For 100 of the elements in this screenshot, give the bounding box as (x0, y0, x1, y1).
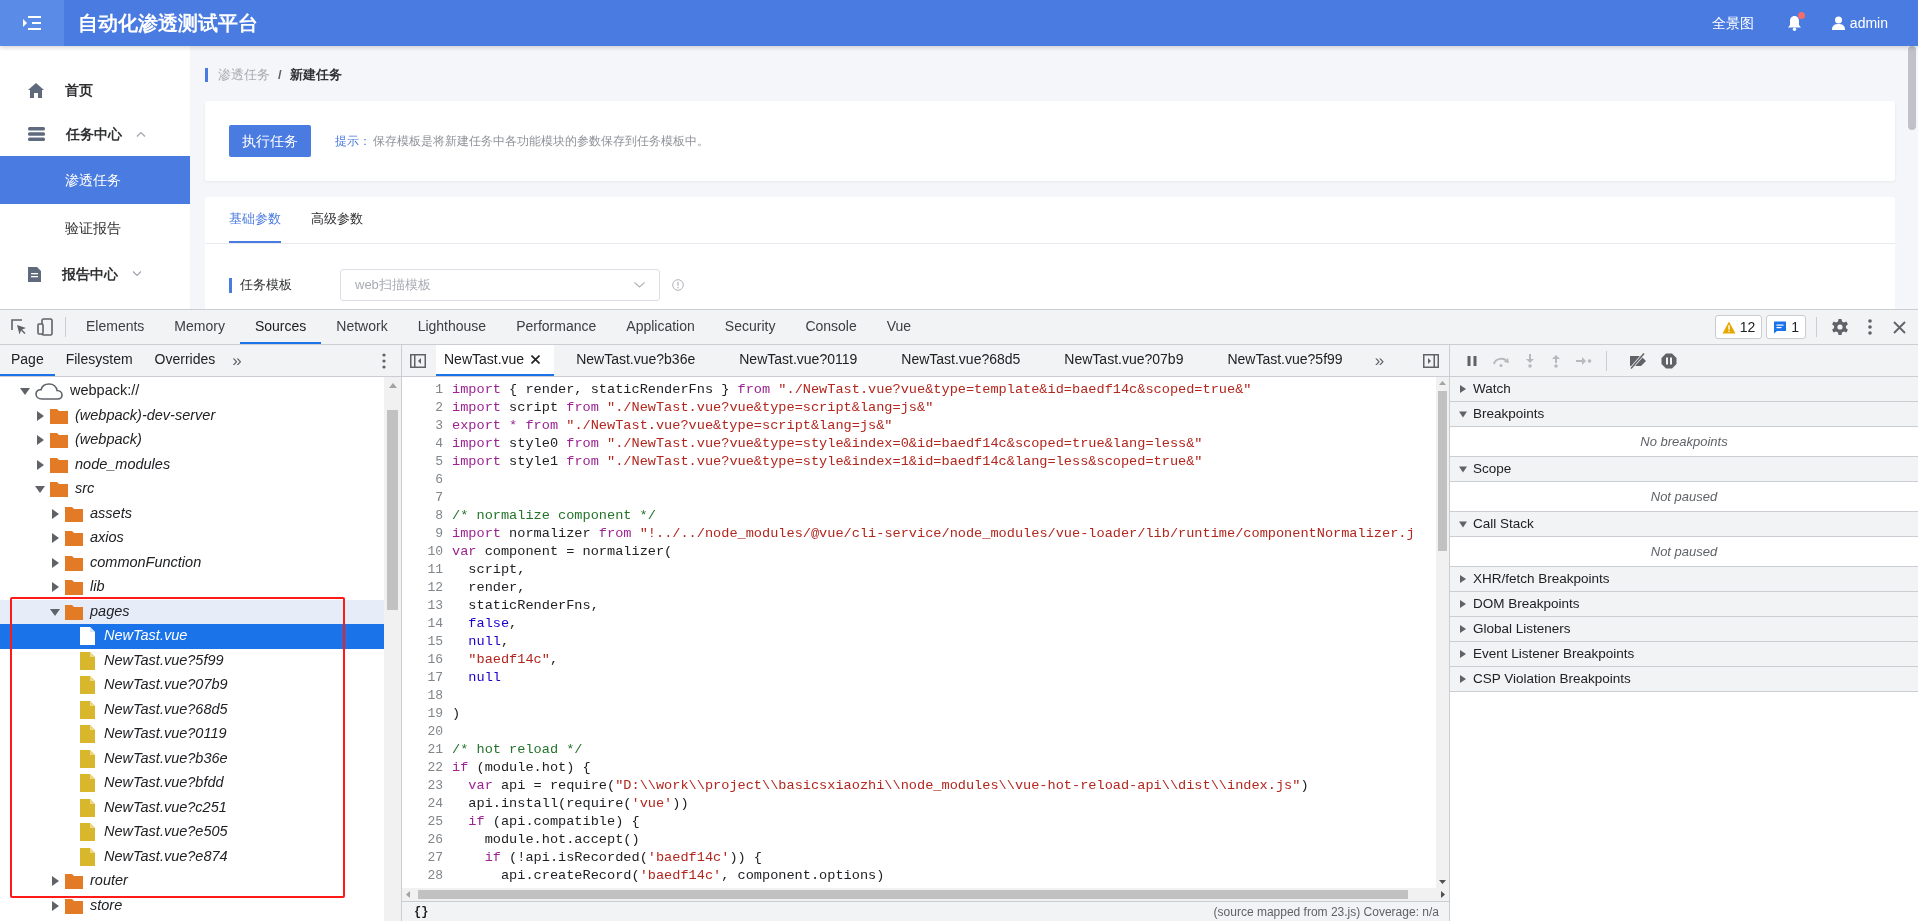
tree-item[interactable]: pages (0, 599, 384, 624)
nav-item[interactable]: 渗透任务 (0, 156, 190, 204)
nav-item[interactable]: 报告中心 (0, 252, 190, 296)
tree-item[interactable]: lib (0, 575, 384, 600)
form-tab[interactable]: 高级参数 (311, 196, 363, 243)
section-header[interactable]: Scope (1450, 457, 1918, 482)
tree-item[interactable]: store (0, 893, 384, 918)
devtools-tab[interactable]: Network (321, 310, 403, 344)
user-menu[interactable]: admin (1831, 12, 1888, 34)
tree-item[interactable]: NewTast.vue?68d5 (0, 697, 384, 722)
more-icon[interactable] (1868, 319, 1872, 335)
tree-item[interactable]: NewTast.vue?0119 (0, 722, 384, 747)
section-header[interactable]: Global Listeners (1450, 617, 1918, 642)
tree-item[interactable]: NewTast.vue?c251 (0, 795, 384, 820)
sidebar-toggle-icon[interactable] (410, 353, 426, 368)
tree-item[interactable]: NewTast.vue?e505 (0, 820, 384, 845)
sidebar-toggle-icon[interactable] (1423, 353, 1439, 368)
navigator-tab[interactable]: Page (0, 345, 55, 376)
scrollbar-thumb[interactable] (418, 890, 1408, 899)
tree-item[interactable]: webpack:// (0, 379, 384, 404)
caret-right-icon[interactable] (35, 435, 45, 446)
caret-right-icon[interactable] (1459, 600, 1467, 608)
tree-item[interactable]: (webpack) (0, 428, 384, 453)
nav-item[interactable]: 任务中心 (0, 112, 190, 156)
caret-down-icon[interactable] (35, 484, 45, 495)
tree-item[interactable]: NewTast.vue?07b9 (0, 673, 384, 698)
devtools-tab[interactable]: Memory (159, 310, 240, 344)
tree-item[interactable]: commonFunction (0, 550, 384, 575)
more-tabs-button[interactable]: » (1364, 347, 1395, 374)
devtools-tab[interactable]: Security (709, 310, 791, 344)
section-header[interactable]: Breakpoints (1450, 402, 1918, 427)
section-header[interactable]: DOM Breakpoints (1450, 592, 1918, 617)
devtools-tab[interactable]: Vue (871, 310, 927, 344)
caret-down-icon[interactable] (1459, 520, 1467, 528)
notification-button[interactable] (1786, 15, 1802, 31)
navigator-tab[interactable]: Filesystem (54, 345, 144, 376)
inspect-icon[interactable] (10, 318, 28, 336)
devtools-tab[interactable]: Performance (501, 310, 612, 344)
close-icon[interactable] (531, 355, 541, 364)
device-icon[interactable] (37, 318, 53, 336)
section-header[interactable]: Event Listener Breakpoints (1450, 642, 1918, 667)
scroll-down-icon[interactable] (1439, 880, 1446, 884)
caret-down-icon[interactable] (20, 386, 30, 397)
overview-link[interactable]: 全景图 (1711, 12, 1754, 34)
editor-tab[interactable]: NewTast.vue?07b9 (1042, 345, 1206, 376)
devtools-tab[interactable]: Application (611, 310, 710, 344)
editor-tab[interactable]: NewTast.vue?5f99 (1205, 345, 1365, 376)
scroll-right-icon[interactable] (1441, 891, 1445, 898)
caret-right-icon[interactable] (1459, 575, 1467, 583)
more-icon[interactable] (382, 352, 386, 369)
editor-tab[interactable]: NewTast.vue (436, 345, 555, 376)
devtools-tab[interactable]: Elements (71, 310, 160, 344)
form-tab[interactable]: 基础参数 (229, 196, 281, 243)
tree-item[interactable]: NewTast.vue?bfdd (0, 771, 384, 796)
settings-icon[interactable] (1831, 318, 1849, 336)
devtools-tab[interactable]: Lighthouse (402, 310, 502, 344)
caret-down-icon[interactable] (50, 606, 60, 617)
caret-right-icon[interactable] (50, 876, 60, 887)
tree-item[interactable]: router (0, 869, 384, 894)
editor-tab[interactable]: NewTast.vue?b36e (554, 345, 718, 376)
warnings-button[interactable]: 12 (1714, 315, 1763, 339)
section-header[interactable]: Call Stack (1450, 512, 1918, 537)
section-header[interactable]: CSP Violation Breakpoints (1450, 667, 1918, 692)
caret-right-icon[interactable] (1459, 625, 1467, 633)
caret-right-icon[interactable] (50, 508, 60, 519)
caret-down-icon[interactable] (1459, 465, 1467, 473)
section-header[interactable]: XHR/fetch Breakpoints (1450, 567, 1918, 592)
caret-right-icon[interactable] (50, 557, 60, 568)
scrollbar-thumb[interactable] (1438, 391, 1447, 551)
tree-item[interactable]: axios (0, 526, 384, 551)
editor-tab[interactable]: NewTast.vue?68d5 (879, 345, 1043, 376)
caret-right-icon[interactable] (1459, 675, 1467, 683)
section-header[interactable]: Watch (1450, 377, 1918, 402)
scrollbar-thumb[interactable] (1908, 46, 1916, 130)
caret-right-icon[interactable] (50, 582, 60, 593)
editor-tab[interactable]: NewTast.vue?0119 (717, 345, 880, 376)
tree-item[interactable]: NewTast.vue?b36e (0, 746, 384, 771)
tree-item[interactable]: (webpack)-dev-server (0, 403, 384, 428)
tree-item[interactable]: NewTast.vue?5f99 (0, 648, 384, 673)
nav-item[interactable]: 首页 (0, 68, 190, 112)
tree-item[interactable]: NewTast.vue?e874 (0, 844, 384, 869)
tree-item[interactable]: NewTast.vue (0, 624, 384, 649)
tree-item[interactable]: src (0, 477, 384, 502)
navigator-tab[interactable]: Overrides (143, 345, 227, 376)
caret-down-icon[interactable] (1459, 410, 1467, 418)
pause-icon[interactable] (1466, 354, 1478, 367)
caret-right-icon[interactable] (1459, 385, 1467, 393)
more-tabs-button[interactable]: » (226, 347, 248, 374)
caret-right-icon[interactable] (35, 410, 45, 421)
caret-right-icon[interactable] (50, 900, 60, 911)
caret-right-icon[interactable] (35, 459, 45, 470)
nav-item[interactable]: 验证报告 (0, 204, 190, 252)
scrollbar-thumb[interactable] (387, 410, 398, 610)
devtools-tab[interactable]: Console (790, 310, 872, 344)
breakpoint-off-icon[interactable] (1629, 352, 1647, 369)
messages-button[interactable]: 1 (1766, 315, 1806, 339)
menu-button[interactable] (0, 0, 64, 46)
pretty-print-button[interactable]: {} (414, 902, 429, 921)
caret-right-icon[interactable] (50, 533, 60, 544)
caret-right-icon[interactable] (1459, 650, 1467, 658)
